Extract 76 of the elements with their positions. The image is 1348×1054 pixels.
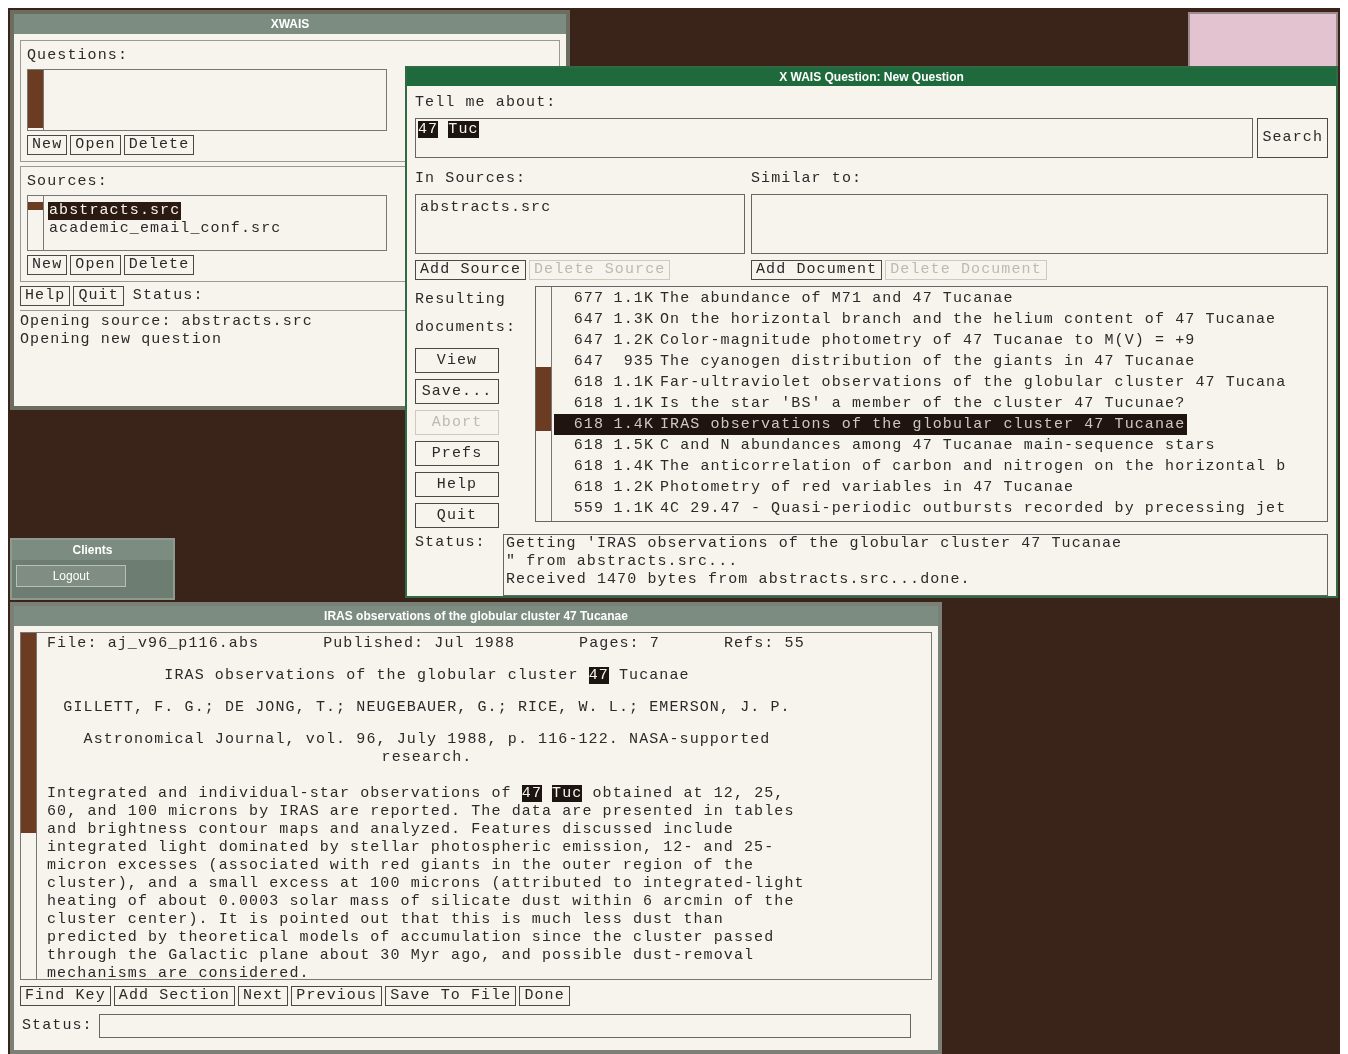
window-title: IRAS observations of the globular cluster 47 Tucanae bbox=[324, 608, 628, 625]
status-line: " from abstracts.src... bbox=[506, 553, 740, 571]
document-meta: Published: Jul 1988 bbox=[323, 635, 516, 653]
document-heading: IRAS observations of the globular cluster 47 Tucanae bbox=[163, 667, 691, 685]
button[interactable]: Open bbox=[70, 135, 121, 155]
button[interactable]: New bbox=[27, 255, 68, 275]
similar-documents-list[interactable] bbox=[751, 194, 1328, 254]
button[interactable]: Help bbox=[20, 286, 71, 306]
document-abstract: Integrated and individual-star observations of 47 Tuc obtained at 12, 25, 60, and 100 microns by IRAS are reported. The data are presented in tables and brightness contour maps and analyzed. Features discussed include integrated light dominated by stellar photospheric emission, 12- and 25-micron excesses (associated with red giants in the outer region of the cluster), and a small excess at 100 microns (attributed to integrated-light heating of about 0.0003 solar mass of silicate dust within 6 arcmin of the cluster center). It is pointed out that this is much less dust than predicted by theoretical models of accumulation since the cluster passed through the Galactic plane about 30 Myr ago, and possible dust-removal mechanisms are considered. bbox=[47, 785, 806, 983]
results-label: Resulting documents: bbox=[415, 290, 517, 338]
sources-list[interactable]: abstracts.src academic_email_conf.src bbox=[27, 195, 387, 251]
result-row[interactable]: 559 1.1K 4C 29.47 - Quasi-periodic outbursts recorded by precessing jet bbox=[554, 498, 1289, 519]
button[interactable]: Help bbox=[415, 472, 499, 497]
window-title: XWAIS bbox=[270, 16, 310, 33]
questions-label: Questions: bbox=[27, 47, 128, 65]
document-meta: Pages: 7 bbox=[579, 635, 660, 653]
status-line: Getting 'IRAS observations of the globular cluster 47 Tucanae bbox=[506, 535, 1124, 553]
status-label: Status: bbox=[132, 287, 204, 305]
button[interactable]: Quit bbox=[73, 286, 124, 306]
result-row[interactable]: 677 1.1K The abundance of M71 and 47 Tucanae bbox=[554, 288, 1016, 309]
scrollbar[interactable] bbox=[28, 196, 44, 250]
button[interactable]: New bbox=[27, 135, 68, 155]
sources-list[interactable]: abstracts.src bbox=[415, 194, 745, 254]
result-row[interactable]: 618 1.2K Photometry of red variables in 47 Tucanae bbox=[554, 477, 1077, 498]
button[interactable]: Delete bbox=[123, 135, 195, 155]
document-meta: Refs: 55 bbox=[723, 635, 805, 653]
result-row[interactable]: 618 1.1K Far-ultraviolet observations of the globular cluster 47 Tucana bbox=[554, 372, 1289, 393]
button[interactable]: Delete bbox=[123, 255, 195, 275]
status-label: Status: bbox=[22, 1017, 93, 1035]
status-line: Received 1470 bytes from abstracts.src...done. bbox=[506, 571, 972, 589]
tell-me-label: Tell me about: bbox=[415, 94, 558, 112]
scrollbar-thumb[interactable] bbox=[28, 202, 43, 210]
button[interactable]: Add Section bbox=[113, 986, 235, 1006]
query-field[interactable]: 47 Tuc bbox=[415, 118, 1254, 158]
document-citation: Astronomical Journal, vol. 96, July 1988, p. 116-122. NASA-supported research. bbox=[82, 731, 772, 767]
button[interactable]: Previous bbox=[291, 986, 383, 1006]
scrollbar-thumb[interactable] bbox=[536, 367, 551, 431]
result-row[interactable]: 647 1.3K On the horizontal branch and the helium content of 47 Tucanae bbox=[554, 309, 1279, 330]
results-list[interactable] bbox=[535, 286, 1328, 522]
in-sources-label: In Sources: bbox=[415, 170, 528, 188]
questions-list[interactable] bbox=[27, 69, 387, 131]
button[interactable]: Next bbox=[237, 986, 289, 1006]
window-title: X WAIS Question: New Question bbox=[779, 69, 964, 86]
button[interactable]: Prefs bbox=[415, 441, 499, 466]
status-line: Opening source: abstracts.src bbox=[20, 313, 313, 331]
button[interactable]: Find Key bbox=[20, 986, 111, 1006]
button[interactable]: View bbox=[415, 348, 499, 373]
button[interactable]: Add Document bbox=[751, 260, 883, 280]
status-label: Status: bbox=[415, 534, 487, 553]
scrollbar[interactable] bbox=[21, 633, 37, 979]
status-field[interactable] bbox=[98, 1014, 911, 1038]
status-line: Opening new question bbox=[20, 331, 223, 349]
result-row[interactable]: 618 1.5K C and N abundances among 47 Tucanae main-sequence stars bbox=[554, 435, 1218, 456]
document-meta: File: aj_v96_p116.abs bbox=[47, 635, 260, 653]
source-item[interactable]: abstracts.src bbox=[420, 199, 740, 217]
document-authors: GILLETT, F. G.; DE JONG, T.; NEUGEBAUER, G.; RICE, W. L.; EMERSON, J. P. bbox=[62, 699, 792, 717]
similar-to-label: Similar to: bbox=[751, 170, 864, 188]
button[interactable]: Save... bbox=[415, 379, 499, 404]
scrollbar[interactable] bbox=[536, 287, 552, 521]
result-row[interactable]: 618 1.1K Is the star 'BS' a member of the cluster 47 Tucunae? bbox=[554, 393, 1188, 414]
button[interactable]: Quit bbox=[415, 503, 499, 528]
result-row[interactable]: 618 1.4K IRAS observations of the globular cluster 47 Tucanae bbox=[554, 414, 1188, 435]
button[interactable]: Open bbox=[70, 255, 121, 275]
button[interactable]: Search bbox=[1257, 118, 1328, 158]
result-row[interactable]: 647 935 The cyanogen distribution of the giants in 47 Tucanae bbox=[554, 351, 1198, 372]
source-item[interactable]: academic_email_conf.src bbox=[48, 220, 283, 238]
button[interactable]: Save To File bbox=[385, 986, 517, 1006]
button[interactable]: Add Source bbox=[415, 260, 526, 280]
source-item[interactable]: abstracts.src bbox=[48, 202, 182, 220]
window-title: Clients bbox=[72, 542, 113, 559]
button[interactable]: Done bbox=[519, 986, 570, 1006]
scrollbar-thumb[interactable] bbox=[21, 633, 36, 833]
result-row[interactable]: 618 1.4K The anticorrelation of carbon and nitrogen on the horizontal b bbox=[554, 456, 1289, 477]
result-row[interactable]: 647 1.2K Color-magnitude photometry of 47 Tucanae to M(V) = +9 bbox=[554, 330, 1198, 351]
query-text: 47 Tuc bbox=[418, 121, 479, 139]
sources-label: Sources: bbox=[27, 173, 108, 191]
